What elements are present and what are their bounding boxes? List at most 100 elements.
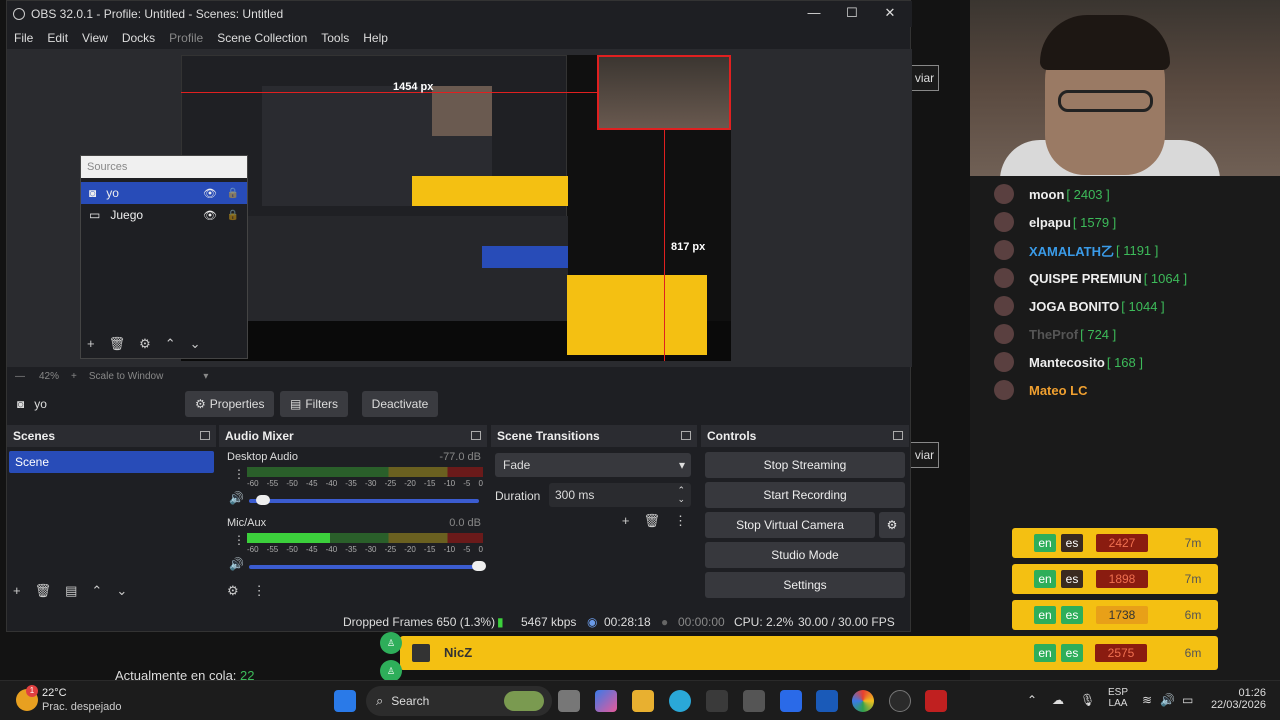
volume-knob[interactable] bbox=[472, 561, 486, 571]
trash-icon[interactable]: 🗑 bbox=[109, 336, 126, 352]
kebab-menu-icon[interactable]: ⋮ bbox=[233, 467, 245, 481]
menu-item-scene-collection[interactable]: Scene Collection bbox=[210, 31, 314, 45]
chevron-down-icon[interactable]: ⌄ bbox=[116, 583, 127, 599]
chevron-up-icon[interactable]: ⌃ bbox=[165, 336, 176, 352]
kebab-menu-icon[interactable]: ⋮ bbox=[674, 513, 687, 529]
preview-canvas[interactable]: 1454 px 817 px bbox=[181, 55, 731, 361]
scene-item[interactable]: Scene bbox=[9, 451, 214, 473]
channel-name: Mic/Aux bbox=[227, 517, 267, 529]
side-button-2[interactable]: viar bbox=[911, 442, 939, 468]
eye-icon[interactable]: 👁 bbox=[203, 209, 217, 222]
eye-icon[interactable]: 👁 bbox=[203, 187, 217, 200]
menu-item-edit[interactable]: Edit bbox=[40, 31, 75, 45]
sources-list: ◙ yo 👁 🔒 ▭ Juego 👁 🔒 bbox=[81, 182, 247, 226]
zoom-in-icon[interactable]: + bbox=[71, 371, 77, 382]
file-explorer-icon[interactable] bbox=[632, 690, 654, 712]
chevron-up-icon[interactable]: ⌃ bbox=[1027, 693, 1037, 707]
chevron-up-icon[interactable]: ⌃ bbox=[91, 583, 102, 599]
app-red-icon[interactable] bbox=[925, 690, 947, 712]
trash-icon[interactable]: 🗑 bbox=[35, 583, 52, 599]
properties-button[interactable]: ⚙ Properties bbox=[185, 391, 275, 417]
undock-icon[interactable] bbox=[200, 431, 210, 440]
undock-icon[interactable] bbox=[893, 431, 903, 440]
filter-icon[interactable]: ▤ bbox=[65, 583, 77, 599]
spinner-icon[interactable]: ⌃ ⌄ bbox=[677, 486, 685, 504]
transition-toolbar: + 🗑 ⋮ bbox=[622, 513, 687, 529]
copilot-icon[interactable] bbox=[595, 690, 617, 712]
leaderboard-row: Mateo LC bbox=[988, 376, 1208, 404]
cloud-icon[interactable]: ☁ bbox=[1052, 693, 1064, 707]
edge-icon[interactable] bbox=[669, 690, 691, 712]
clock[interactable]: 01:26 22/03/2026 bbox=[1210, 687, 1266, 711]
volume-knob[interactable] bbox=[255, 495, 270, 505]
volume-slider[interactable] bbox=[249, 495, 479, 505]
obs-icon[interactable] bbox=[889, 690, 911, 712]
chevron-down-icon[interactable]: ⌄ bbox=[190, 336, 201, 352]
minimize-icon[interactable]: — bbox=[807, 5, 821, 20]
audio-mixer-title: Audio Mixer bbox=[225, 429, 294, 443]
leaderboard-row: XAMALATH⼄[ 1191 ] bbox=[988, 236, 1208, 264]
windows-start-icon[interactable] bbox=[334, 690, 356, 712]
avatar bbox=[994, 184, 1014, 204]
menu-item-tools[interactable]: Tools bbox=[314, 31, 356, 45]
speaker-icon[interactable]: 🔊 bbox=[229, 491, 244, 505]
scale-mode[interactable]: Scale to Window bbox=[89, 371, 163, 382]
settings-button[interactable]: Settings bbox=[705, 572, 905, 598]
outlook-icon[interactable] bbox=[816, 690, 838, 712]
scene-transitions-dock: Scene Transitions Fade ▾ Duration 300 ms… bbox=[491, 425, 697, 605]
speaker-icon[interactable]: 🔊 bbox=[229, 557, 244, 571]
task-view-icon[interactable] bbox=[558, 690, 580, 712]
player-name: Mantecosito bbox=[1029, 354, 1105, 370]
undock-icon[interactable] bbox=[681, 431, 691, 440]
search-box[interactable]: ⌕ Search bbox=[366, 686, 552, 716]
close-icon[interactable]: ✕ bbox=[883, 5, 897, 21]
undock-icon[interactable] bbox=[471, 431, 481, 440]
leaderboard-row: moon[ 2403 ] bbox=[988, 180, 1208, 208]
player-name: XAMALATH⼄ bbox=[1029, 243, 1114, 259]
language-indicator[interactable]: ESP LAA bbox=[1108, 687, 1128, 709]
menu-item-docks[interactable]: Docks bbox=[115, 31, 162, 45]
volume-slider[interactable] bbox=[249, 561, 486, 571]
microphone-icon[interactable]: 🎙 bbox=[1080, 693, 1095, 707]
side-button-1[interactable]: viar bbox=[911, 65, 939, 91]
duration-input[interactable]: 300 ms ⌃ ⌄ bbox=[549, 483, 691, 507]
visual-studio-icon[interactable] bbox=[780, 690, 802, 712]
chrome-icon[interactable] bbox=[852, 690, 874, 712]
kebab-menu-icon[interactable]: ⋮ bbox=[253, 583, 266, 599]
selection-box[interactable] bbox=[597, 55, 731, 130]
maximize-icon[interactable]: ☐ bbox=[845, 5, 859, 21]
kebab-menu-icon[interactable]: ⋮ bbox=[233, 533, 245, 547]
filters-button[interactable]: ▤ Filters bbox=[280, 391, 349, 417]
store-icon[interactable] bbox=[706, 690, 728, 712]
transitions-title: Scene Transitions bbox=[497, 429, 600, 443]
volume-icon[interactable]: 🔊 bbox=[1160, 693, 1175, 707]
trash-icon[interactable]: 🗑 bbox=[643, 513, 660, 529]
menu-item-file[interactable]: File bbox=[7, 31, 40, 45]
add-icon[interactable]: + bbox=[13, 583, 21, 599]
gear-icon[interactable]: ⚙ bbox=[139, 336, 151, 352]
menu-item-view[interactable]: View bbox=[75, 31, 115, 45]
gear-icon[interactable]: ⚙ bbox=[879, 512, 905, 538]
transition-select[interactable]: Fade ▾ bbox=[495, 453, 691, 477]
queue-time: 7m bbox=[1184, 572, 1202, 586]
stop-streaming-button[interactable]: Stop Streaming bbox=[705, 452, 905, 478]
stop-virtual-camera-button[interactable]: Stop Virtual Camera bbox=[705, 512, 875, 538]
lock-icon[interactable]: 🔒 bbox=[227, 188, 239, 199]
menu-item-profile[interactable]: Profile bbox=[162, 31, 210, 45]
chevron-down-icon[interactable]: ▾ bbox=[203, 371, 208, 382]
lock-icon[interactable]: 🔒 bbox=[227, 210, 239, 221]
add-icon[interactable]: + bbox=[622, 513, 630, 529]
studio-mode-button[interactable]: Studio Mode bbox=[705, 542, 905, 568]
add-icon[interactable]: + bbox=[87, 336, 95, 352]
zoom-out-icon[interactable]: — bbox=[15, 371, 25, 382]
gear-icon[interactable]: ⚙ bbox=[227, 583, 239, 599]
app-icon[interactable] bbox=[743, 690, 765, 712]
source-item[interactable]: ▭ Juego 👁 🔒 bbox=[81, 204, 247, 226]
wifi-icon[interactable]: ≋ bbox=[1142, 693, 1152, 707]
battery-icon[interactable]: ▭ bbox=[1182, 693, 1193, 707]
start-recording-button[interactable]: Start Recording bbox=[705, 482, 905, 508]
deactivate-button[interactable]: Deactivate bbox=[362, 391, 438, 417]
menu-item-help[interactable]: Help bbox=[356, 31, 395, 45]
height-label: 817 px bbox=[671, 241, 706, 253]
source-item[interactable]: ◙ yo 👁 🔒 bbox=[81, 182, 247, 204]
